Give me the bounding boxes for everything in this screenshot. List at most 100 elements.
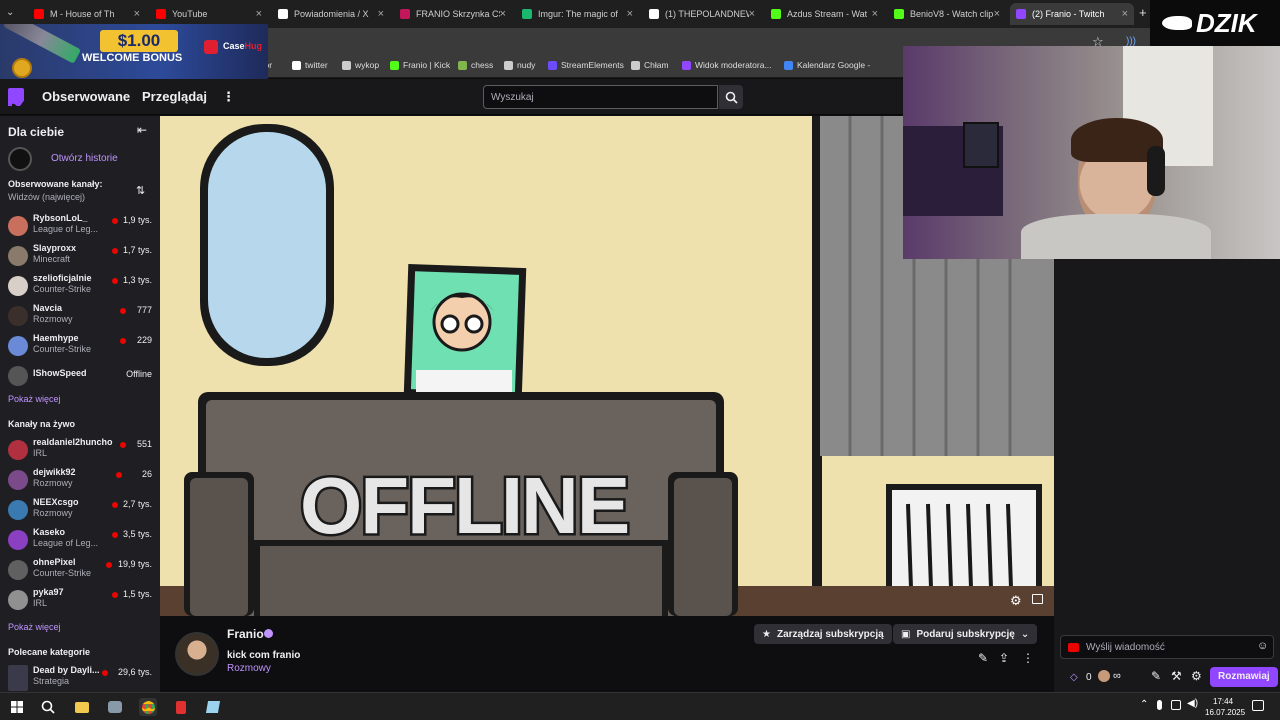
ad-amount: $1.00 [117, 31, 161, 50]
open-stories-link[interactable]: Otwórz historie [51, 153, 118, 164]
notifications-icon[interactable] [1252, 700, 1264, 711]
manage-subscription-button[interactable]: ★ Zarządzaj subskrypcją [754, 624, 892, 644]
mic-icon[interactable] [1157, 700, 1162, 710]
network-icon[interactable] [1171, 700, 1181, 710]
search-button[interactable] [719, 85, 743, 109]
sidebar-channel-item[interactable]: ohnePixel Counter-Strike 19,9 tys. [0, 555, 160, 585]
share-icon[interactable]: ⇪ [999, 651, 1009, 665]
bookmark-item[interactable]: chess [458, 60, 493, 70]
tab-close-icon[interactable]: × [749, 8, 755, 20]
file-explorer-icon[interactable] [73, 698, 91, 716]
ad-banner[interactable]: $1.00 WELCOME BONUS CaseHug [0, 24, 268, 80]
sidebar-channel-item[interactable]: realdaniel2huncho IRL 551 [0, 435, 160, 465]
clock-date[interactable]: 16.07.2025 [1205, 708, 1245, 717]
sidebar-channel-item[interactable]: dejwikk92 Rozmowy 26 [0, 465, 160, 495]
nav-browse[interactable]: Przeglądaj [142, 89, 207, 104]
search-input[interactable]: Wyszukaj [483, 85, 718, 109]
sidebar-channel-item[interactable]: NEEXcsgo Rozmowy 2,7 tys. [0, 495, 160, 525]
tab-close-icon[interactable]: × [256, 8, 262, 20]
recommended-category-item[interactable]: Dead by Dayli... Strategia 29,6 tys. [0, 663, 160, 693]
tab-favicon-icon [522, 9, 532, 19]
edit-icon[interactable]: ✎ [978, 651, 988, 665]
bookmark-item[interactable]: nudy [504, 60, 535, 70]
player-settings-icon[interactable]: ⚙ [1010, 593, 1022, 609]
tab-close-icon[interactable]: × [134, 8, 140, 20]
sidebar-channel-item[interactable]: Haemhype Counter-Strike 229 [0, 331, 160, 361]
show-more-live[interactable]: Pokaż więcej [8, 622, 61, 632]
live-dot [112, 278, 118, 284]
browser-tab[interactable]: FRANIO Skrzynka CS × [394, 3, 512, 25]
bookmark-item[interactable]: Widok moderatora... [682, 60, 772, 70]
show-more-followed[interactable]: Pokaż więcej [8, 394, 61, 404]
tab-close-icon[interactable]: × [1122, 8, 1128, 20]
start-button[interactable] [8, 698, 26, 716]
tray-chevron-icon[interactable]: ⌃ [1140, 699, 1148, 710]
app-icon[interactable] [106, 698, 124, 716]
sidebar-channel-item[interactable]: szelioficjalnie Counter-Strike 1,3 tys. [0, 271, 160, 301]
bookmark-item[interactable]: Chłam [631, 60, 669, 70]
chat-input[interactable]: Wyślij wiadomość ☺ [1060, 635, 1274, 659]
bookmark-item[interactable]: StreamElements [548, 60, 624, 70]
channel-category: League of Leg... [33, 538, 99, 548]
bookmark-item[interactable]: Franio | Kick [390, 60, 450, 70]
channel-name[interactable]: Franio [227, 627, 264, 641]
stories-avatar[interactable] [8, 147, 32, 171]
tab-search-icon[interactable]: ⌄ [6, 7, 20, 21]
sidebar-channel-item[interactable]: Navcia Rozmowy 777 [0, 301, 160, 331]
browser-tab[interactable]: Powiadomienia / X × [272, 3, 390, 25]
sidebar-channel-item[interactable]: pyka97 IRL 1,5 tys. [0, 585, 160, 615]
gift-subscription-button[interactable]: ▣ Podaruj subskrypcję ⌄ [893, 624, 1038, 644]
tab-close-icon[interactable]: × [500, 8, 506, 20]
tab-close-icon[interactable]: × [627, 8, 633, 20]
volume-icon[interactable]: ◀) [1187, 698, 1198, 709]
collapse-sidebar-icon[interactable]: ⇤ [137, 123, 147, 137]
sidebar-channel-item[interactable]: IShowSpeed Offline [0, 361, 160, 391]
new-tab-button[interactable]: + [1139, 5, 1147, 20]
bookmark-favicon-icon [682, 60, 691, 70]
channel-category: Rozmowy [33, 478, 73, 488]
browser-tab[interactable]: Azdus Stream - Wat × [765, 3, 884, 25]
twitch-logo-icon[interactable] [8, 88, 24, 106]
tab-close-icon[interactable]: × [872, 8, 878, 20]
emote-icon[interactable]: ☺ [1257, 640, 1268, 652]
chrome-icon[interactable] [139, 698, 157, 716]
bookmark-item[interactable]: wykop [342, 60, 379, 70]
bookmark-item[interactable]: Kalendarz Google - [784, 60, 870, 70]
facecam-overlay [903, 46, 1280, 259]
channel-avatar [8, 306, 28, 326]
taskbar-search-icon[interactable] [39, 698, 57, 716]
chat-settings-icon[interactable]: ⚙ [1191, 669, 1202, 683]
browser-tab[interactable]: Imgur: The magic of × [516, 3, 639, 25]
sidebar-channel-item[interactable]: Kaseko League of Leg... 3,5 tys. [0, 525, 160, 555]
tab-close-icon[interactable]: × [378, 8, 384, 20]
bookmark-favicon-icon [631, 60, 640, 70]
sidebar-channel-item[interactable]: Slayproxx Minecraft 1,7 tys. [0, 241, 160, 271]
channel-avatar [8, 500, 28, 520]
media-app-icon[interactable] [172, 698, 190, 716]
sort-icon[interactable]: ⇅ [136, 184, 145, 197]
sidebar-channel-item[interactable]: RybsonLoL_ League of Leg... 1,9 tys. [0, 211, 160, 241]
theatre-mode-icon[interactable] [1032, 594, 1043, 604]
browser-tab[interactable]: BenioV8 - Watch clip × [888, 3, 1006, 25]
bookmark-item[interactable]: twitter [292, 60, 328, 70]
channel-avatar[interactable] [175, 632, 219, 676]
nav-following[interactable]: Obserwowane [42, 89, 130, 104]
browser-tab[interactable]: (2) Franio - Twitch × [1010, 3, 1134, 25]
browser-tab[interactable]: M - House of Th × [28, 3, 146, 25]
stream-category[interactable]: Rozmowy [227, 663, 271, 674]
manage-subscription-label: Zarządzaj subskrypcją [776, 628, 884, 640]
channel-points-icon[interactable]: ◇ [1070, 672, 1078, 683]
chat-button[interactable]: Rozmawiaj [1210, 667, 1278, 687]
tools-icon[interactable]: ⚒ [1171, 669, 1182, 683]
pencil-icon[interactable]: ✎ [1151, 669, 1161, 683]
browser-tab[interactable]: (1) THEPOLANDNEW × [643, 3, 761, 25]
channel-name: IShowSpeed [33, 368, 87, 378]
nav-more-icon[interactable]: ⋮ [222, 89, 235, 105]
more-options-icon[interactable]: ⋮ [1022, 651, 1034, 665]
bookmark-favicon-icon [784, 60, 793, 70]
clock-time[interactable]: 17:44 [1213, 697, 1233, 706]
tab-close-icon[interactable]: × [994, 8, 1000, 20]
notes-app-icon[interactable] [204, 698, 222, 716]
browser-tab[interactable]: YouTube × [150, 3, 268, 25]
channel-avatar [8, 276, 28, 296]
